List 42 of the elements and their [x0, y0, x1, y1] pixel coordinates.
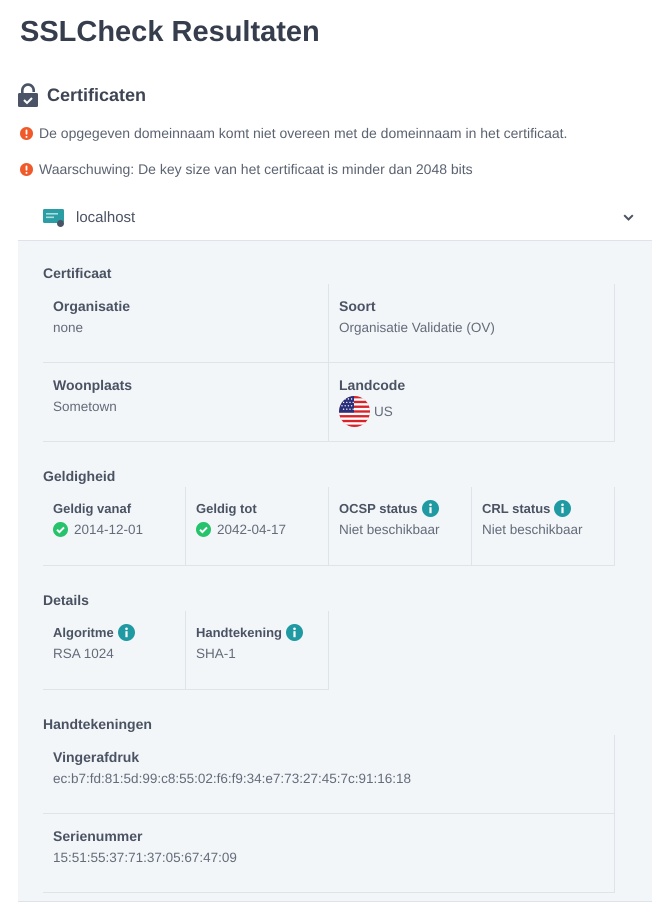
field-label: Handtekening	[196, 624, 282, 640]
field-label: Landcode	[339, 377, 406, 393]
field-value: Sometown	[53, 398, 117, 414]
field-value: Niet beschikbaar	[339, 522, 440, 536]
group-heading: Certificaat	[43, 264, 112, 283]
group-heading: Geldigheid	[43, 467, 116, 486]
field-label: Serienummer	[53, 828, 142, 844]
warning-text: De opgegeven domeinnaam komt niet overeen met de domeinnaam in het certificaat.	[39, 124, 568, 143]
chevron-down-icon	[623, 214, 634, 221]
field-value: ec:b7:fd:81:5d:99:c8:55:02:f6:f9:34:e7:73:27:45:7c:91:16:18	[53, 770, 412, 786]
field-value: RSA 1024	[53, 646, 114, 660]
info-icon[interactable]	[422, 500, 439, 516]
warning-text: Waarschuwing: De key size van het certificaat is minder dan 2048 bits	[39, 160, 473, 179]
field-value: none	[53, 320, 84, 334]
warning-icon	[20, 126, 33, 140]
info-icon[interactable]	[118, 624, 135, 640]
page-title: SSLCheck Resultaten	[20, 15, 320, 50]
field-label: Geldig vanaf	[53, 500, 132, 516]
field-label: Geldig tot	[196, 500, 257, 516]
info-icon[interactable]	[286, 624, 303, 640]
flag-icon	[339, 396, 370, 427]
certificate-icon	[43, 208, 65, 226]
info-icon[interactable]	[554, 500, 572, 516]
field-value: US	[374, 404, 393, 419]
field-label: CRL status	[482, 500, 550, 516]
field-value: SHA-1	[196, 646, 236, 660]
group-heading: Details	[43, 591, 89, 610]
field-label: Vingerafdruk	[53, 749, 140, 765]
field-value: 2042-04-17	[217, 522, 286, 536]
field-label: OCSP status	[339, 500, 418, 516]
field-value: Niet beschikbaar	[482, 522, 583, 536]
warning-icon	[20, 162, 33, 176]
field-value: 2014-12-01	[74, 522, 144, 536]
field-value: Organisatie Validatie (OV)	[339, 320, 495, 334]
lock-icon	[18, 83, 38, 107]
field-label: Woonplaats	[53, 377, 132, 393]
section-heading: Certificaten	[47, 84, 146, 107]
field-label: Organisatie	[53, 298, 130, 314]
field-label: Soort	[339, 298, 376, 314]
field-label: Algoritme	[53, 624, 114, 640]
group-heading: Handtekeningen	[43, 715, 152, 734]
field-value: 15:51:55:37:71:37:05:67:47:09	[53, 850, 237, 864]
